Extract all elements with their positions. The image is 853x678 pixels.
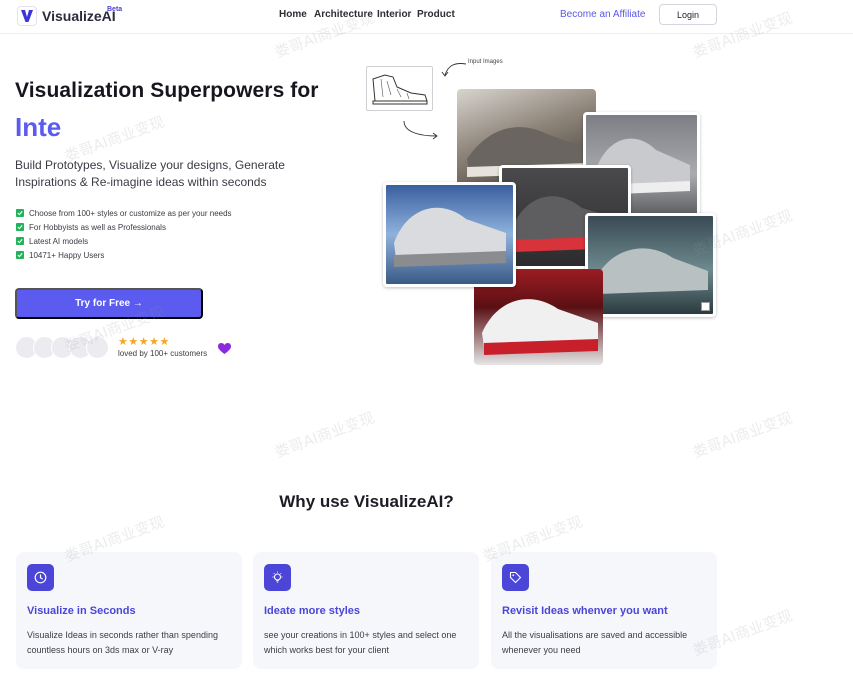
check-icon bbox=[16, 209, 24, 217]
lightbulb-icon bbox=[264, 564, 291, 591]
card-text: see your creations in 100+ styles and se… bbox=[264, 630, 457, 655]
card-title: Revisit Ideas whenver you want bbox=[502, 605, 668, 617]
card-text: All the visualisations are saved and acc… bbox=[502, 630, 688, 655]
check-icon bbox=[16, 223, 24, 231]
watermark: 娄哥AI商业变现 bbox=[272, 408, 377, 462]
curved-arrow-icon bbox=[441, 63, 467, 77]
why-section-title: Why use VisualizeAI? bbox=[279, 492, 454, 511]
check-icon bbox=[16, 237, 24, 245]
nav-home[interactable]: Home bbox=[279, 9, 307, 20]
generated-shoe-image bbox=[383, 182, 516, 287]
loved-by-text: loved by 100+ customers bbox=[118, 349, 208, 358]
logo-text[interactable]: VisualizeAI bbox=[42, 8, 116, 24]
feature-card: Ideate more styles see your creations in… bbox=[253, 552, 479, 669]
feature-item: For Hobbyists as well as Professionals bbox=[16, 220, 232, 234]
rating-stars: ★★★★★ bbox=[118, 336, 170, 348]
checkbox[interactable] bbox=[701, 302, 710, 311]
check-icon bbox=[16, 251, 24, 259]
hero-title: Visualization Superpowers for bbox=[15, 79, 319, 102]
feature-card: Revisit Ideas whenver you want All the v… bbox=[491, 552, 717, 669]
feature-card: Visualize in Seconds Visualize Ideas in … bbox=[16, 552, 242, 669]
input-images-label: Input Images bbox=[468, 59, 503, 65]
tag-icon bbox=[502, 564, 529, 591]
affiliate-link[interactable]: Become an Affiliate bbox=[560, 9, 645, 20]
feature-text: Choose from 100+ styles or customize as … bbox=[29, 208, 232, 218]
login-button[interactable]: Login bbox=[659, 4, 717, 25]
feature-item: 10471+ Happy Users bbox=[16, 248, 232, 262]
feature-text: For Hobbyists as well as Professionals bbox=[29, 222, 166, 232]
nav-architecture[interactable]: Architecture bbox=[314, 9, 373, 20]
generated-shoe-image bbox=[585, 213, 716, 317]
heart-icon bbox=[218, 342, 231, 360]
card-text: Visualize Ideas in seconds rather than s… bbox=[27, 630, 218, 655]
input-sketch-image bbox=[366, 66, 433, 111]
hero-typed-word: Inte bbox=[15, 112, 62, 142]
feature-item: Choose from 100+ styles or customize as … bbox=[16, 206, 232, 220]
feature-text: Latest AI models bbox=[29, 236, 89, 246]
logo-icon[interactable] bbox=[17, 6, 37, 26]
avatar bbox=[86, 336, 109, 359]
try-for-free-button[interactable]: Try for Free → bbox=[15, 288, 203, 319]
beta-badge: Beta bbox=[107, 6, 123, 13]
feature-item: Latest AI models bbox=[16, 234, 232, 248]
nav-interior[interactable]: Interior bbox=[377, 9, 411, 20]
card-title: Visualize in Seconds bbox=[27, 605, 136, 617]
hero-description: Build Prototypes, Visualize your designs… bbox=[15, 158, 285, 189]
nav-product[interactable]: Product bbox=[417, 9, 455, 20]
feature-list: Choose from 100+ styles or customize as … bbox=[16, 206, 232, 262]
watermark: 娄哥AI商业变现 bbox=[690, 408, 795, 462]
clock-icon bbox=[27, 564, 54, 591]
card-title: Ideate more styles bbox=[264, 605, 360, 617]
top-header: VisualizeAI Beta Home Architecture Inter… bbox=[0, 0, 853, 34]
feature-text: 10471+ Happy Users bbox=[29, 250, 105, 260]
curved-arrow-icon bbox=[403, 120, 438, 140]
